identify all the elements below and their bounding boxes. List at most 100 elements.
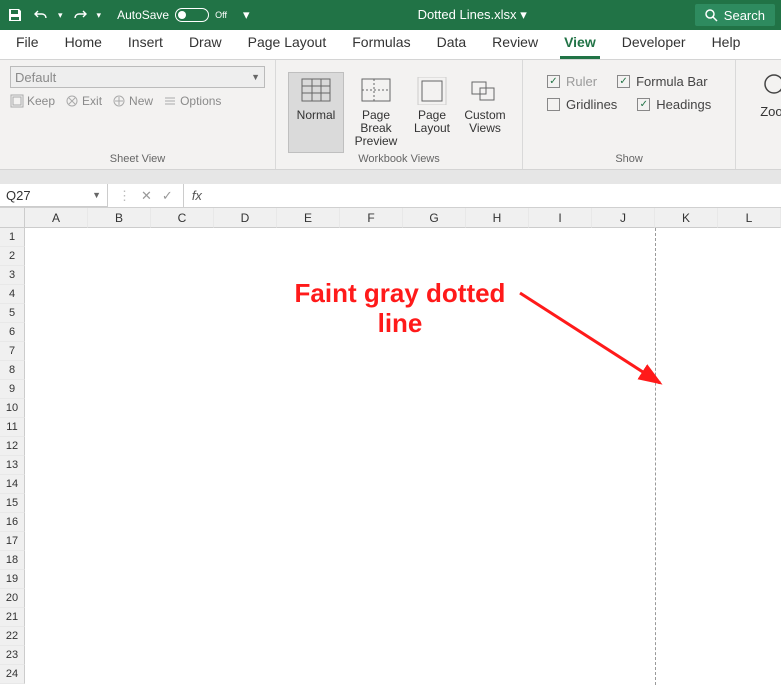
grid-body: A B C D E F G H I J K L Faint gray dotte… (25, 208, 781, 685)
chevron-down-icon: ▼ (251, 72, 260, 82)
row-header[interactable]: 8 (0, 361, 25, 380)
formula-buttons: ⋮ ✕ ✓ (108, 184, 184, 207)
row-header[interactable]: 12 (0, 437, 25, 456)
row-header[interactable]: 15 (0, 494, 25, 513)
formula-bar-row: Q27 ▼ ⋮ ✕ ✓ fx (0, 184, 781, 208)
exit-button: Exit (65, 94, 102, 108)
chevron-down-icon[interactable]: ▼ (92, 190, 101, 200)
tab-insert[interactable]: Insert (124, 30, 167, 59)
page-layout-icon (416, 77, 448, 105)
autosave-toggle[interactable]: AutoSave Off (117, 8, 227, 22)
col-header[interactable]: G (403, 208, 466, 228)
tab-data[interactable]: Data (433, 30, 471, 59)
col-header[interactable]: B (88, 208, 151, 228)
group-workbook-views: Normal Page Break Preview Page Layout Cu… (276, 60, 523, 169)
row-header[interactable]: 20 (0, 589, 25, 608)
tab-file[interactable]: File (12, 30, 43, 59)
sheet-view-select[interactable]: Default ▼ (10, 66, 265, 88)
group-label-sheet-view: Sheet View (10, 153, 265, 167)
row-header[interactable]: 13 (0, 456, 25, 475)
row-header[interactable]: 10 (0, 399, 25, 418)
autosave-label: AutoSave (117, 8, 169, 22)
toggle-icon (175, 8, 209, 22)
row-header[interactable]: 3 (0, 266, 25, 285)
undo-dropdown-icon[interactable]: ▾ (58, 10, 63, 21)
custom-views-button[interactable]: Custom Views (460, 72, 510, 153)
row-header[interactable]: 22 (0, 627, 25, 646)
headings-checkbox[interactable]: ✓Headings (637, 97, 711, 112)
cancel-icon: ✕ (141, 188, 152, 204)
normal-view-icon (300, 77, 332, 105)
checkbox-icon: ✓ (617, 75, 630, 88)
tab-home[interactable]: Home (61, 30, 106, 59)
col-header[interactable]: J (592, 208, 655, 228)
group-label-workbook-views: Workbook Views (286, 153, 512, 167)
search-box[interactable]: Search (695, 4, 775, 26)
col-header[interactable]: H (466, 208, 529, 228)
row-header[interactable]: 14 (0, 475, 25, 494)
col-header[interactable]: L (718, 208, 781, 228)
gridlines-checkbox[interactable]: Gridlines (547, 97, 617, 112)
keep-icon (10, 94, 24, 108)
tab-developer[interactable]: Developer (618, 30, 690, 59)
row-header[interactable]: 11 (0, 418, 25, 437)
col-header[interactable]: E (277, 208, 340, 228)
undo-button[interactable] (32, 6, 50, 24)
row-header[interactable]: 9 (0, 380, 25, 399)
title-bar: ▾ ▾ AutoSave Off ▾ Dotted Lines.xlsx ▾ S… (0, 0, 781, 30)
tab-formulas[interactable]: Formulas (348, 30, 414, 59)
new-icon (112, 94, 126, 108)
col-header[interactable]: F (340, 208, 403, 228)
save-icon[interactable] (6, 6, 24, 24)
tab-review[interactable]: Review (488, 30, 542, 59)
row-header[interactable]: 6 (0, 323, 25, 342)
formula-bar-checkbox[interactable]: ✓Formula Bar (617, 74, 708, 89)
row-header[interactable]: 17 (0, 532, 25, 551)
normal-view-button[interactable]: Normal (288, 72, 344, 153)
page-break-preview-button[interactable]: Page Break Preview (348, 72, 404, 153)
col-header[interactable]: A (25, 208, 88, 228)
row-header[interactable]: 21 (0, 608, 25, 627)
ribbon-tabs: File Home Insert Draw Page Layout Formul… (0, 30, 781, 60)
col-header[interactable]: D (214, 208, 277, 228)
ribbon-spacer (0, 170, 781, 184)
formula-input[interactable] (210, 184, 781, 207)
row-header[interactable]: 19 (0, 570, 25, 589)
row-header[interactable]: 7 (0, 342, 25, 361)
annotation-arrow (515, 288, 675, 398)
redo-button[interactable] (71, 6, 89, 24)
select-all-corner[interactable] (0, 208, 25, 228)
tab-help[interactable]: Help (708, 30, 745, 59)
checkbox-icon: ✓ (547, 75, 560, 88)
row-headers: 1 2 3 4 5 6 7 8 9 10 11 12 13 14 15 16 1… (0, 208, 25, 685)
col-header[interactable]: K (655, 208, 718, 228)
autosave-state: Off (215, 10, 227, 20)
name-box[interactable]: Q27 ▼ (0, 184, 108, 207)
group-sheet-view: Default ▼ Keep Exit New Options Sheet Vi… (0, 60, 276, 169)
zoom-button[interactable]: Zoom (760, 72, 781, 119)
row-header[interactable]: 4 (0, 285, 25, 304)
row-header[interactable]: 24 (0, 665, 25, 684)
col-header[interactable]: I (529, 208, 592, 228)
redo-dropdown-icon[interactable]: ▾ (97, 10, 102, 21)
cells-area[interactable]: Faint gray dottedline (25, 228, 781, 685)
row-header[interactable]: 16 (0, 513, 25, 532)
fx-label[interactable]: fx (184, 188, 210, 203)
tab-page-layout[interactable]: Page Layout (244, 30, 331, 59)
cell-ref: Q27 (6, 188, 31, 203)
new-button: New (112, 94, 153, 108)
keep-button: Keep (10, 94, 55, 108)
row-header[interactable]: 5 (0, 304, 25, 323)
search-label: Search (724, 8, 765, 23)
row-header[interactable]: 1 (0, 228, 25, 247)
row-header[interactable]: 18 (0, 551, 25, 570)
checkbox-icon (547, 98, 560, 111)
group-zoom: Zoom (736, 60, 781, 169)
page-layout-button[interactable]: Page Layout (408, 72, 456, 153)
row-header[interactable]: 23 (0, 646, 25, 665)
spreadsheet-grid: 1 2 3 4 5 6 7 8 9 10 11 12 13 14 15 16 1… (0, 208, 781, 685)
col-header[interactable]: C (151, 208, 214, 228)
tab-view[interactable]: View (560, 30, 600, 59)
tab-draw[interactable]: Draw (185, 30, 226, 59)
row-header[interactable]: 2 (0, 247, 25, 266)
